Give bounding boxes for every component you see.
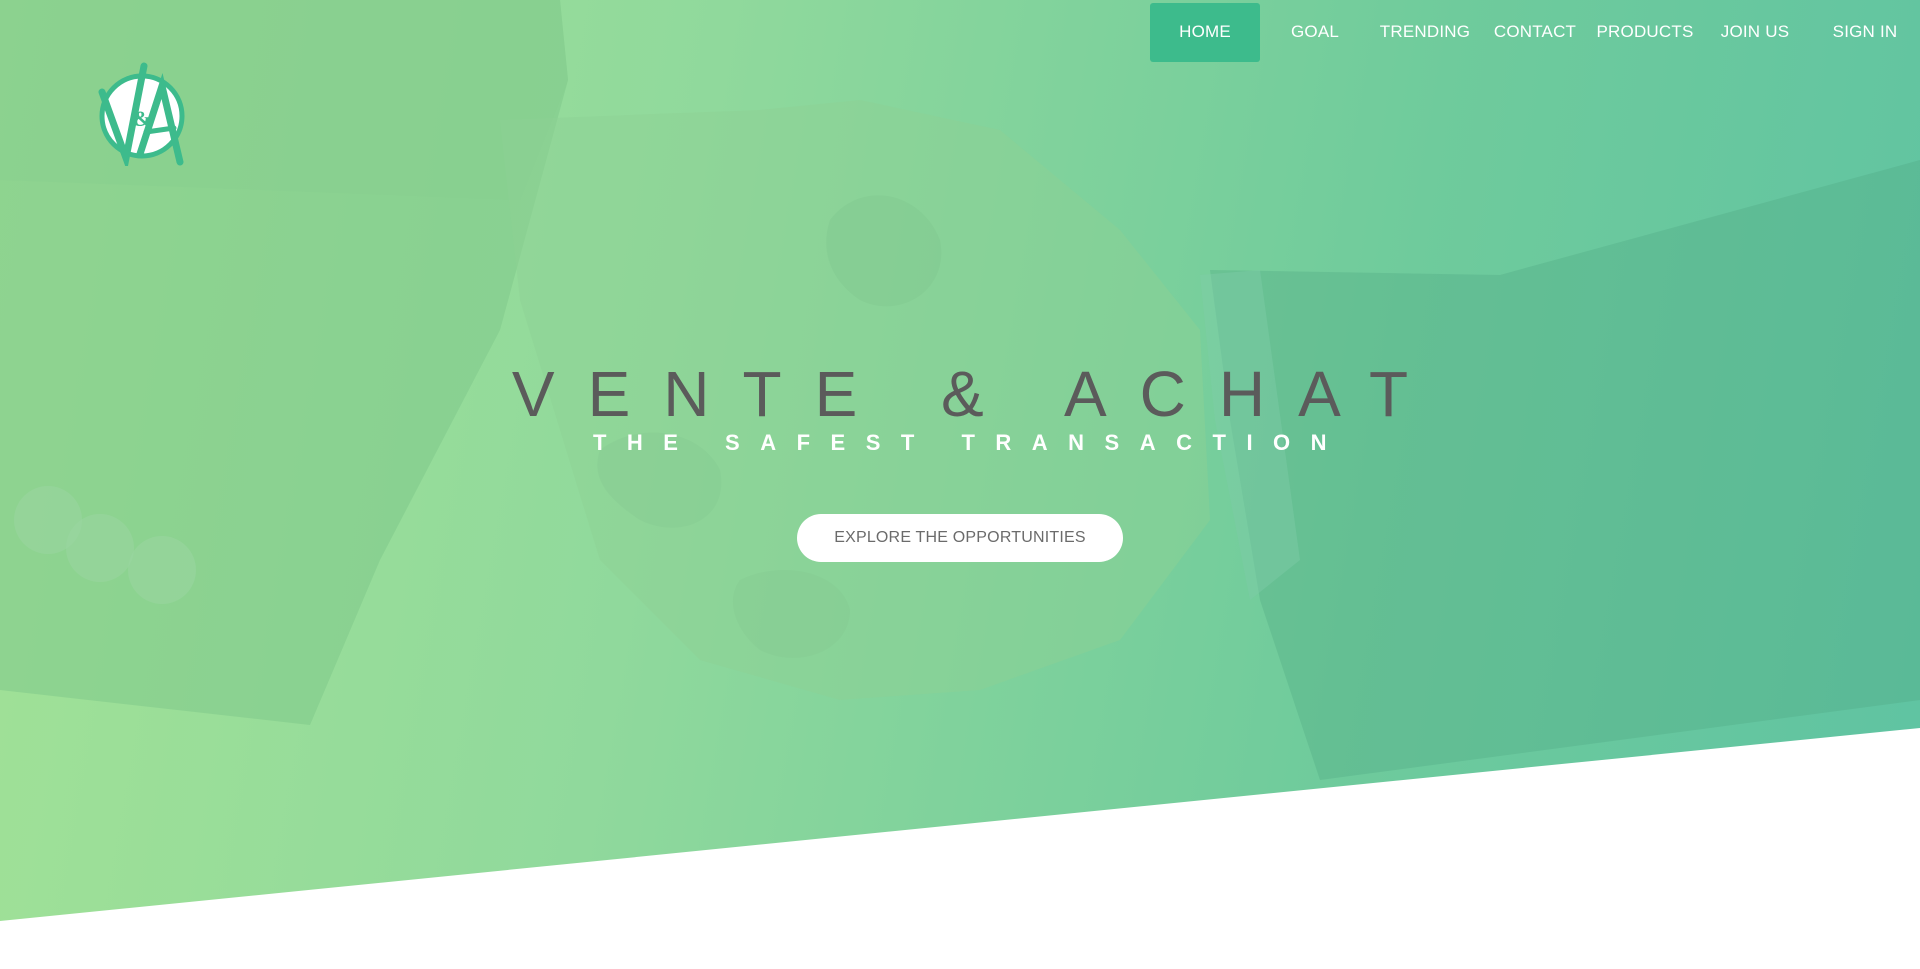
- nav-home[interactable]: HOME: [1150, 2, 1260, 62]
- page: & HOME GOAL TRENDING CONTACT PRODUCTS JO…: [0, 0, 1920, 969]
- nav-join-us[interactable]: JOIN US: [1700, 3, 1810, 62]
- brand-logo[interactable]: &: [96, 62, 188, 172]
- explore-opportunities-button[interactable]: EXPLORE THE OPPORTUNITIES: [797, 514, 1123, 562]
- nav-goal[interactable]: GOAL: [1260, 3, 1370, 62]
- handshake-background-image: [0, 0, 1920, 780]
- hero-title: VENTE & ACHAT: [511, 358, 1442, 430]
- svg-text:&: &: [133, 106, 151, 131]
- nav-sign-in[interactable]: SIGN IN: [1810, 3, 1920, 62]
- nav-contact[interactable]: CONTACT: [1480, 3, 1590, 62]
- nav-trending[interactable]: TRENDING: [1370, 3, 1480, 62]
- nav-products[interactable]: PRODUCTS: [1590, 3, 1700, 62]
- va-logo-icon: &: [98, 62, 185, 172]
- hero-subtitle: THE SAFEST TRANSACTION: [592, 430, 1348, 455]
- hero-section: & HOME GOAL TRENDING CONTACT PRODUCTS JO…: [0, 0, 1920, 921]
- main-nav: HOME GOAL TRENDING CONTACT PRODUCTS JOIN…: [1150, 2, 1920, 62]
